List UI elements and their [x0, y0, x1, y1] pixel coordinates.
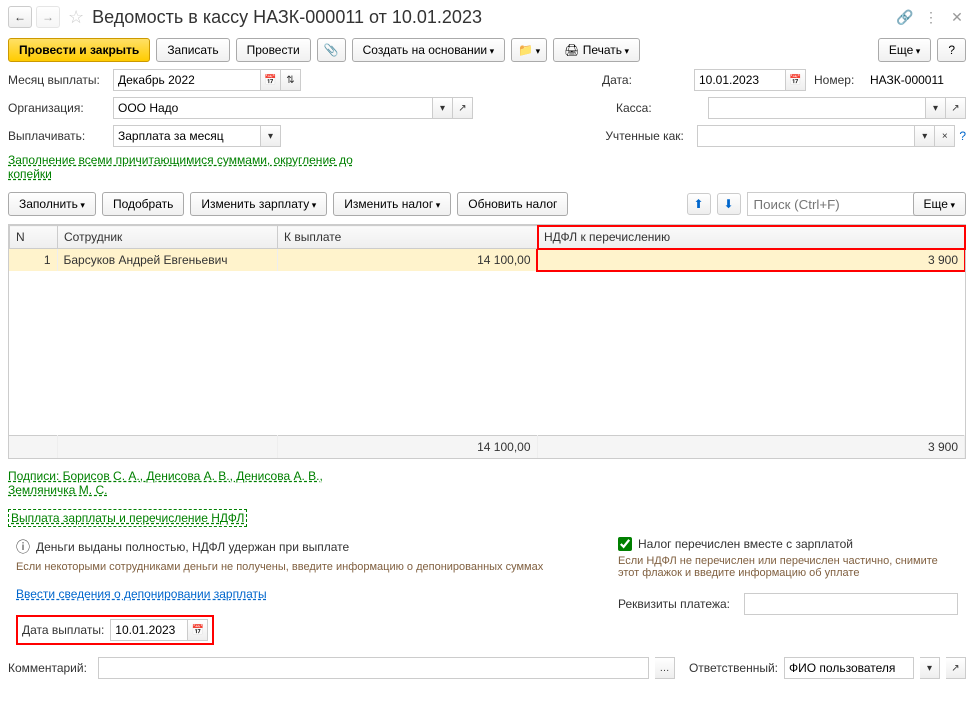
- expand-icon[interactable]: …: [655, 657, 675, 679]
- responsible-input[interactable]: [784, 657, 914, 679]
- date-label: Дата:: [602, 73, 694, 87]
- employee-table: N Сотрудник К выплате НДФЛ к перечислени…: [8, 224, 966, 459]
- dropdown-icon[interactable]: ▾: [433, 97, 453, 119]
- kassa-input[interactable]: [708, 97, 926, 119]
- payout-link[interactable]: Выплата зарплаты и перечисление НДФЛ: [8, 509, 247, 527]
- dropdown-icon[interactable]: ▾: [920, 657, 940, 679]
- table-toolbar: Заполнить Подобрать Изменить зарплату Из…: [0, 188, 974, 220]
- month-input[interactable]: [113, 69, 261, 91]
- change-salary-button[interactable]: Изменить зарплату: [190, 192, 327, 216]
- money-issued-text: Деньги выданы полностью, НДФЛ удержан пр…: [36, 540, 349, 554]
- print-button[interactable]: 🖨 Печать: [553, 38, 640, 62]
- kebab-icon[interactable]: ⋮: [922, 8, 940, 26]
- help-hint-icon[interactable]: ?: [959, 129, 966, 143]
- cell-n: 1: [9, 249, 57, 271]
- create-based-button[interactable]: Создать на основании: [352, 38, 506, 62]
- responsible-label: Ответственный:: [689, 661, 778, 675]
- kassa-label: Касса:: [616, 101, 708, 115]
- submit-button[interactable]: Провести: [236, 38, 311, 62]
- footer: Комментарий: … Ответственный: ▾ ↗: [0, 653, 974, 683]
- dropdown-icon[interactable]: ▾: [261, 125, 281, 147]
- tax-checkbox-label: Налог перечислен вместе с зарплатой: [638, 537, 853, 551]
- favorite-icon[interactable]: ☆: [68, 7, 84, 28]
- open-icon[interactable]: ↗: [946, 97, 966, 119]
- forward-button[interactable]: →: [36, 6, 60, 28]
- comment-label: Комментарий:: [8, 661, 92, 675]
- info-icon: ⓘ: [16, 537, 30, 557]
- org-label: Организация:: [8, 101, 113, 115]
- dropdown-icon[interactable]: ▾: [926, 97, 946, 119]
- spinner-icon[interactable]: ⇅: [281, 69, 301, 91]
- change-tax-button[interactable]: Изменить налог: [333, 192, 451, 216]
- folder-button[interactable]: 📁: [511, 38, 547, 62]
- deposit-note: Если некоторыми сотрудниками деньги не п…: [16, 561, 543, 573]
- more-button[interactable]: Еще: [878, 38, 931, 62]
- main-toolbar: Провести и закрыть Записать Провести 📎 С…: [0, 34, 974, 66]
- ndfl-note: Если НДФЛ не перечислен или перечислен ч…: [618, 555, 958, 579]
- calendar-icon[interactable]: 📅: [261, 69, 281, 91]
- col-n[interactable]: N: [10, 226, 58, 249]
- footer-ndfl: 3 900: [537, 436, 965, 459]
- move-up-button[interactable]: ⬆: [687, 193, 711, 215]
- date-input[interactable]: [694, 69, 786, 91]
- tax-checkbox[interactable]: [618, 537, 632, 551]
- dropdown-icon[interactable]: ▾: [915, 125, 935, 147]
- move-down-button[interactable]: ⬇: [717, 193, 741, 215]
- pick-button[interactable]: Подобрать: [102, 192, 184, 216]
- open-icon[interactable]: ↗: [453, 97, 473, 119]
- org-input[interactable]: [113, 97, 433, 119]
- save-button[interactable]: Записать: [156, 38, 229, 62]
- pay-label: Выплачивать:: [8, 129, 113, 143]
- search-input[interactable]: [747, 192, 938, 216]
- fill-button[interactable]: Заполнить: [8, 192, 96, 216]
- table-more-button[interactable]: Еще: [913, 192, 966, 216]
- accounted-label: Учтенные как:: [605, 129, 697, 143]
- close-icon[interactable]: ✕: [948, 8, 966, 26]
- col-to-pay[interactable]: К выплате: [278, 226, 538, 249]
- col-employee[interactable]: Сотрудник: [58, 226, 278, 249]
- signatures-link[interactable]: Подписи: Борисов С. А., Денисова А. В., …: [8, 469, 323, 497]
- page-title: Ведомость в кассу НАЗК-000011 от 10.01.2…: [92, 7, 892, 28]
- clear-icon[interactable]: ×: [935, 125, 955, 147]
- table-row[interactable]: 1 Барсуков Андрей Евгеньевич 14 100,00 3…: [9, 249, 965, 271]
- pay-date-label: Дата выплаты:: [22, 623, 104, 637]
- back-button[interactable]: ←: [8, 6, 32, 28]
- month-label: Месяц выплаты:: [8, 73, 113, 87]
- col-ndfl[interactable]: НДФЛ к перечислению: [538, 226, 965, 249]
- cell-to-pay: 14 100,00: [277, 249, 537, 271]
- deposit-link[interactable]: Ввести сведения о депонировании зарплаты: [16, 587, 267, 601]
- submit-close-button[interactable]: Провести и закрыть: [8, 38, 150, 62]
- footer-to-pay: 14 100,00: [277, 436, 537, 459]
- open-icon[interactable]: ↗: [946, 657, 966, 679]
- help-button[interactable]: ?: [937, 38, 966, 62]
- number-label: Номер:: [814, 73, 866, 87]
- calendar-icon[interactable]: 📅: [188, 619, 208, 641]
- comment-input[interactable]: [98, 657, 649, 679]
- calendar-icon[interactable]: 📅: [786, 69, 806, 91]
- cell-ndfl: 3 900: [537, 249, 965, 271]
- table-footer: 14 100,00 3 900: [9, 436, 965, 459]
- payment-details-input[interactable]: [744, 593, 958, 615]
- attach-button[interactable]: 📎: [317, 38, 346, 62]
- number-value: [866, 69, 966, 91]
- payment-details-label: Реквизиты платежа:: [618, 597, 738, 611]
- pay-input[interactable]: [113, 125, 261, 147]
- accounted-input[interactable]: [697, 125, 915, 147]
- update-tax-button[interactable]: Обновить налог: [457, 192, 568, 216]
- pay-date-input[interactable]: [110, 619, 188, 641]
- fill-settings-link[interactable]: Заполнение всеми причитающимися суммами,…: [8, 153, 353, 181]
- link-icon[interactable]: 🔗: [896, 8, 914, 26]
- window-header: ← → ☆ Ведомость в кассу НАЗК-000011 от 1…: [0, 0, 974, 34]
- print-label: Печать: [583, 43, 622, 57]
- cell-employee: Барсуков Андрей Евгеньевич: [57, 249, 277, 271]
- pay-date-highlight: Дата выплаты: 📅: [16, 615, 214, 645]
